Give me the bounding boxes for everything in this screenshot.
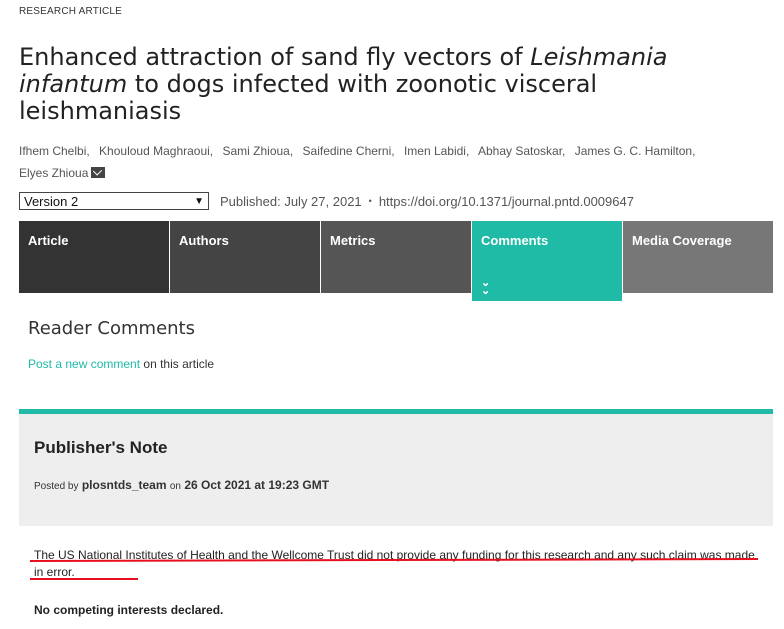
author-link[interactable]: Abhay Satoskar, <box>478 144 565 158</box>
version-select-value: Version 2 <box>24 193 79 209</box>
tab-comments-active[interactable]: Comments ⌄ ⌄ <box>472 221 622 301</box>
chevron-down-icon: ▼ <box>194 195 204 207</box>
tab-media-coverage[interactable]: Media Coverage <box>623 221 773 293</box>
author-name: Elyes Zhioua <box>19 166 89 180</box>
note-body-text: The US National Institutes of Health and… <box>34 548 755 579</box>
doi-link[interactable]: https://doi.org/10.1371/journal.pntd.000… <box>379 194 634 209</box>
competing-interests: No competing interests declared. <box>34 603 224 617</box>
article-type-label: RESEARCH ARTICLE <box>19 6 123 17</box>
author-link[interactable]: Ifhem Chelbi, <box>19 144 90 158</box>
author-link[interactable]: James G. C. Hamilton, <box>575 144 696 158</box>
author-link[interactable]: Sami Zhioua, <box>222 144 293 158</box>
red-annotation-underline <box>30 578 138 580</box>
post-comment-line: Post a new comment on this article <box>28 357 214 371</box>
post-new-comment-link[interactable]: Post a new comment <box>28 357 140 371</box>
envelope-icon[interactable] <box>91 167 106 178</box>
tab-label: Media Coverage <box>632 233 732 248</box>
version-select[interactable]: Version 2 ▼ <box>19 192 209 210</box>
double-chevron-down-icon: ⌄ ⌄ <box>481 277 491 297</box>
post-author-link[interactable]: plosntds_team <box>82 478 167 492</box>
posted-by-line: Posted by plosntds_team on 26 Oct 2021 a… <box>34 478 329 492</box>
article-meta-row: Version 2 ▼ Published: July 27, 2021 • h… <box>19 192 634 210</box>
author-link[interactable]: Imen Labidi, <box>404 144 469 158</box>
article-title: Enhanced attraction of sand fly vectors … <box>19 44 759 125</box>
tab-metrics[interactable]: Metrics <box>321 221 471 293</box>
tab-label: Article <box>28 233 69 248</box>
post-comment-suffix: on this article <box>140 357 215 371</box>
tab-label: Metrics <box>330 233 376 248</box>
publishers-note-box: Publisher's Note Posted by plosntds_team… <box>19 409 773 526</box>
published-date: Published: July 27, 2021 <box>220 193 362 209</box>
tab-label: Comments <box>481 233 549 248</box>
author-link[interactable]: Saifedine Cherni, <box>303 144 395 158</box>
posted-on-label: on <box>169 481 181 492</box>
author-link[interactable]: Khouloud Maghraoui, <box>99 144 213 158</box>
note-title: Publisher's Note <box>34 438 168 457</box>
tab-article[interactable]: Article <box>19 221 169 293</box>
meta-separator: • <box>368 196 372 206</box>
reader-comments-heading: Reader Comments <box>28 318 195 339</box>
title-part-1: Enhanced attraction of sand fly vectors … <box>19 43 531 71</box>
tab-authors[interactable]: Authors <box>170 221 320 293</box>
posted-by-label: Posted by <box>34 481 79 492</box>
tab-label: Authors <box>179 233 229 248</box>
post-datetime: 26 Oct 2021 at 19:23 GMT <box>184 478 330 492</box>
article-tab-bar: Article Authors Metrics Comments ⌄ ⌄ Media… <box>19 221 773 301</box>
author-link-corresponding[interactable]: Elyes Zhioua <box>19 166 106 180</box>
author-list: Ifhem Chelbi, Khouloud Maghraoui, Sami Z… <box>19 140 759 184</box>
